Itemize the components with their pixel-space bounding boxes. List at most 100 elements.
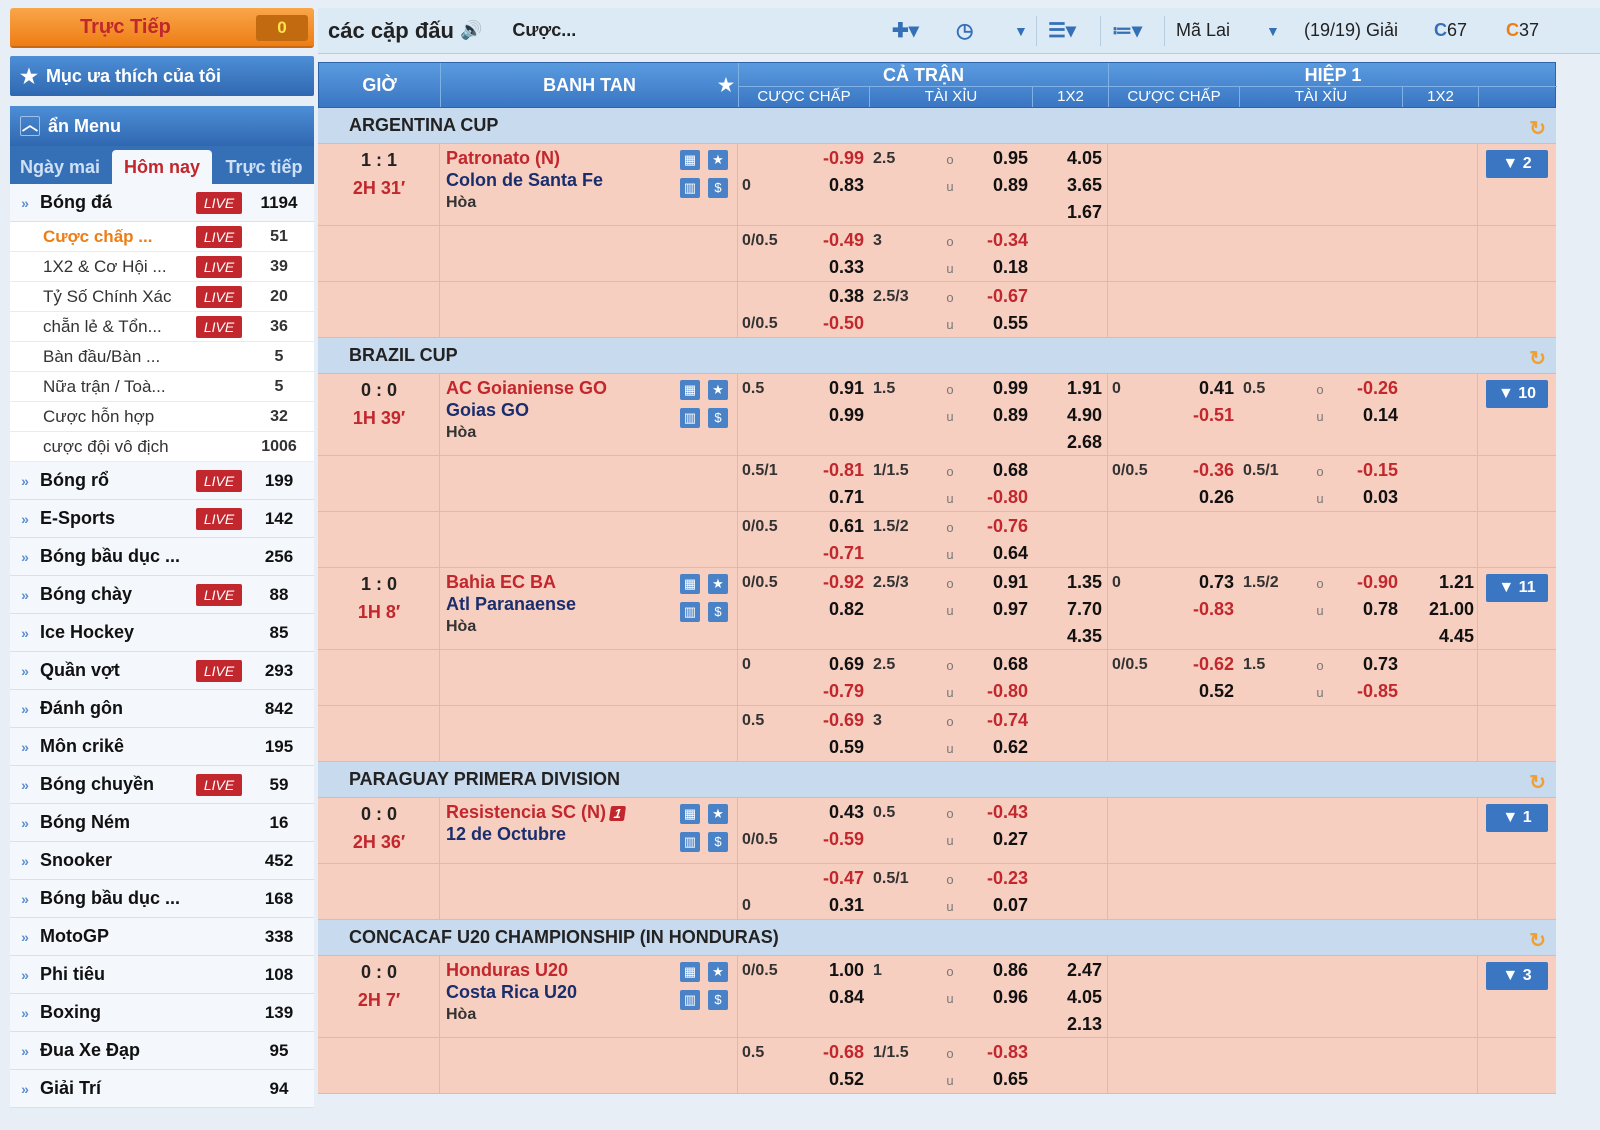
half-ou-odds[interactable]: 0.14 [1328, 405, 1398, 426]
sport-item[interactable]: » Bóng đá LIVE 1194 [10, 184, 314, 222]
draw-label[interactable]: Hòa [446, 618, 476, 636]
sport-item[interactable]: » Bóng chày LIVE 88 [10, 576, 314, 614]
half-handicap-odds[interactable]: -0.83 [1158, 599, 1234, 620]
more-bets-button[interactable]: ▼ 2 [1486, 150, 1548, 178]
1x2-odds[interactable]: 4.05 [1032, 148, 1102, 169]
handicap-odds[interactable]: -0.79 [788, 681, 864, 702]
sport-item[interactable]: » Bóng bầu dục ... 168 [10, 880, 314, 918]
handicap-odds[interactable]: -0.47 [788, 868, 864, 889]
bet-type-item[interactable]: Tỷ Số Chính Xác LIVE 20 [10, 282, 314, 312]
chevron-down-icon[interactable]: ▼ [1266, 23, 1280, 39]
ou-odds[interactable]: -0.80 [958, 487, 1028, 508]
more-bets-button[interactable]: ▼ 3 [1486, 962, 1548, 990]
handicap-odds[interactable]: -0.49 [788, 230, 864, 251]
draw-label[interactable]: Hòa [446, 424, 476, 442]
handicap-odds[interactable]: 0.99 [788, 405, 864, 426]
handicap-odds[interactable]: 0.84 [788, 987, 864, 1008]
stats-grid-icon[interactable]: ▦ [680, 574, 700, 594]
clock-icon[interactable]: ◷ [956, 18, 973, 43]
bet-type-item[interactable]: chẵn lẻ & Tổn... LIVE 36 [10, 312, 314, 342]
ou-odds[interactable]: 0.65 [958, 1069, 1028, 1090]
sport-item[interactable]: » Môn crikê 195 [10, 728, 314, 766]
odds-type-select[interactable]: Mã Lai [1176, 20, 1230, 41]
half-handicap-odds[interactable]: 0.26 [1158, 487, 1234, 508]
1x2-odds[interactable]: 2.13 [1032, 1014, 1102, 1035]
refresh-counter-2[interactable]: C37 [1506, 20, 1539, 41]
ou-odds[interactable]: 0.07 [958, 895, 1028, 916]
bet-type-item[interactable]: cược đội vô địch 1006 [10, 432, 314, 462]
half-ou-odds[interactable]: -0.90 [1328, 572, 1398, 593]
1x2-odds[interactable]: 2.68 [1032, 432, 1102, 453]
refresh-icon[interactable]: ↻ [1529, 928, 1546, 953]
sport-item[interactable]: » Bóng rổ LIVE 199 [10, 462, 314, 500]
handicap-odds[interactable]: 0.43 [788, 802, 864, 823]
league-header[interactable]: ARGENTINA CUP ↻ [318, 108, 1556, 144]
1x2-odds[interactable]: 4.05 [1032, 987, 1102, 1008]
1x2-odds[interactable]: 4.90 [1032, 405, 1102, 426]
handicap-odds[interactable]: 0.71 [788, 487, 864, 508]
live-button[interactable]: Trực Tiếp 0 [10, 8, 314, 48]
ou-odds[interactable]: 0.89 [958, 175, 1028, 196]
list-icon[interactable]: ≔▾ [1112, 18, 1142, 43]
ou-odds[interactable]: 0.96 [958, 987, 1028, 1008]
home-team[interactable]: Bahia EC BA [446, 572, 556, 593]
bet-type-item[interactable]: Cược hỗn hợp 32 [10, 402, 314, 432]
1x2-odds[interactable]: 3.65 [1032, 175, 1102, 196]
dollar-icon[interactable]: $ [708, 990, 728, 1010]
home-team[interactable]: Patronato (N) [446, 148, 560, 169]
handicap-odds[interactable]: -0.69 [788, 710, 864, 731]
half-ou-odds[interactable]: -0.15 [1328, 460, 1398, 481]
ou-odds[interactable]: 0.55 [958, 313, 1028, 334]
refresh-icon[interactable]: ↻ [1529, 346, 1546, 371]
chart-icon[interactable]: ▥ [680, 990, 700, 1010]
league-header[interactable]: CONCACAF U20 CHAMPIONSHIP (IN HONDURAS) ↻ [318, 920, 1556, 956]
ou-odds[interactable]: -0.76 [958, 516, 1028, 537]
tab-tomorrow[interactable]: Ngày mai [10, 150, 110, 184]
ou-odds[interactable]: 0.99 [958, 378, 1028, 399]
1x2-odds[interactable]: 4.35 [1032, 626, 1102, 647]
handicap-odds[interactable]: 0.52 [788, 1069, 864, 1090]
more-bets-button[interactable]: ▼ 10 [1486, 380, 1548, 408]
draw-label[interactable]: Hòa [446, 1006, 476, 1024]
sport-item[interactable]: » Snooker 452 [10, 842, 314, 880]
speaker-icon[interactable]: 🔊 [460, 20, 482, 41]
away-team[interactable]: Colon de Santa Fe [446, 170, 603, 191]
1x2-odds[interactable]: 1.67 [1032, 202, 1102, 223]
chart-icon[interactable]: ▥ [680, 832, 700, 852]
handicap-odds[interactable]: -0.99 [788, 148, 864, 169]
home-team[interactable]: AC Goianiense GO [446, 378, 607, 399]
league-header[interactable]: BRAZIL CUP ↻ [318, 338, 1556, 374]
chart-icon[interactable]: ▥ [680, 602, 700, 622]
favorites-button[interactable]: ★ Mục ưa thích của tôi [10, 56, 314, 96]
stats-grid-icon[interactable]: ▦ [680, 962, 700, 982]
half-ou-odds[interactable]: -0.85 [1328, 681, 1398, 702]
bet-type-item[interactable]: 1X2 & Cơ Hội ... LIVE 39 [10, 252, 314, 282]
half-ou-odds[interactable]: -0.26 [1328, 378, 1398, 399]
sport-item[interactable]: » MotoGP 338 [10, 918, 314, 956]
ou-odds[interactable]: 0.68 [958, 654, 1028, 675]
star-icon[interactable]: ★ [718, 75, 734, 96]
bet-type-item[interactable]: Cược chấp ... LIVE 51 [10, 222, 314, 252]
bet-type-item[interactable]: Nữa trận / Toà... 5 [10, 372, 314, 402]
dollar-icon[interactable]: $ [708, 602, 728, 622]
ou-odds[interactable]: 0.64 [958, 543, 1028, 564]
handicap-odds[interactable]: 0.91 [788, 378, 864, 399]
half-ou-odds[interactable]: 0.78 [1328, 599, 1398, 620]
handicap-odds[interactable]: 0.31 [788, 895, 864, 916]
ou-odds[interactable]: 0.89 [958, 405, 1028, 426]
refresh-icon[interactable]: ↻ [1529, 770, 1546, 795]
half-handicap-odds[interactable]: 0.52 [1158, 681, 1234, 702]
sort-icon[interactable]: ☰▾ [1048, 18, 1076, 43]
away-team[interactable]: Atl Paranaense [446, 594, 576, 615]
handicap-odds[interactable]: 0.83 [788, 175, 864, 196]
star-icon[interactable]: ★ [708, 380, 728, 400]
handicap-odds[interactable]: 0.59 [788, 737, 864, 758]
sport-item[interactable]: » Quần vợt LIVE 293 [10, 652, 314, 690]
ou-odds[interactable]: 0.18 [958, 257, 1028, 278]
ou-odds[interactable]: -0.83 [958, 1042, 1028, 1063]
dollar-icon[interactable]: $ [708, 178, 728, 198]
star-icon[interactable]: ★ [708, 962, 728, 982]
sport-item[interactable]: » Giải Trí 94 [10, 1070, 314, 1108]
league-filter[interactable]: (19/19) Giải [1304, 20, 1398, 41]
handicap-odds[interactable]: -0.50 [788, 313, 864, 334]
